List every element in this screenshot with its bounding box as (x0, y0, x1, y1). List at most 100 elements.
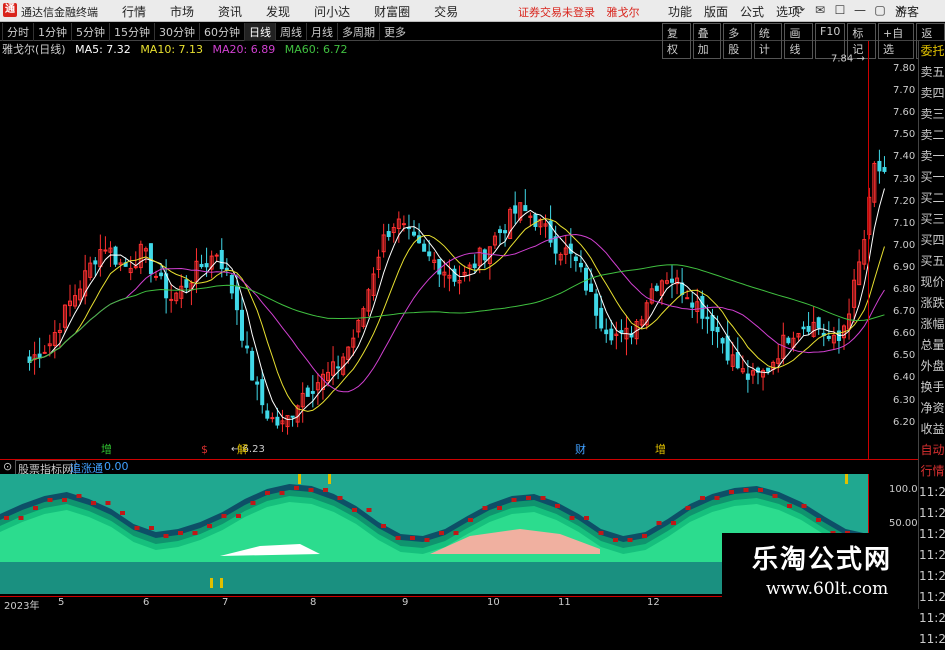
trade-login-status[interactable]: 证券交易未登录 (518, 6, 595, 19)
price-axis: 7.80 7.70 7.60 7.50 7.40 7.30 7.20 7.10 7.00 6.90… (868, 41, 919, 459)
price-tick: 7.10 (893, 217, 916, 229)
event-marker: $ (201, 443, 208, 456)
side-panel-item[interactable]: 卖四 (919, 83, 945, 104)
tab-1min[interactable]: 1分钟 (33, 23, 71, 41)
indicator-red-tick (511, 498, 517, 502)
candle-body (336, 366, 341, 369)
indicator-red-tick (149, 526, 154, 530)
candle-body (260, 379, 265, 406)
event-marker: 解 (237, 442, 248, 456)
ma5-line (29, 188, 885, 420)
indicator-red-tick (497, 506, 502, 510)
side-panel-item[interactable]: 涨跌 (919, 293, 945, 314)
indicator-red-tick (642, 534, 647, 538)
candle-body (154, 275, 158, 278)
side-panel-item[interactable]: 换手 (919, 377, 945, 398)
side-panel-item[interactable]: 涨幅 (919, 314, 945, 335)
indicator-value: 0.00 (104, 460, 129, 473)
candle-body (386, 231, 391, 238)
candle-body (270, 417, 275, 420)
side-panel-item[interactable]: 买四 (919, 230, 945, 251)
side-panel-item[interactable]: 外盘 (919, 356, 945, 377)
side-panel-item[interactable]: 收益 (919, 419, 945, 440)
candlestick-chart[interactable]: 7.84 →← 6.23增 $ 解财增 (0, 41, 918, 459)
mail-icon[interactable]: ✉ (810, 3, 830, 17)
side-panel-item[interactable]: 卖一 (919, 146, 945, 167)
candle-body (786, 337, 791, 344)
indicator-red-tick (424, 538, 430, 542)
candle-body (422, 243, 427, 252)
refresh-icon[interactable]: ⟳ (790, 3, 810, 17)
menu-faxian[interactable]: 发现 (254, 3, 302, 20)
tab-15min[interactable]: 15分钟 (109, 23, 154, 41)
side-panel-item[interactable]: 11:29 (919, 482, 945, 503)
app-name: 通达信金融终端 (21, 6, 98, 19)
indicator-settings-icon[interactable]: ⊙ (3, 460, 12, 473)
maximize-icon[interactable]: ▢ (870, 3, 890, 17)
side-panel-item[interactable]: 11:29 (919, 608, 945, 629)
menu-caifuquan[interactable]: 财富圈 (362, 3, 422, 20)
side-panel-item[interactable]: 11:29 (919, 503, 945, 524)
side-panel-item[interactable]: 总量 (919, 335, 945, 356)
tab-weekly[interactable]: 周线 (275, 23, 306, 41)
menu-shichang[interactable]: 市场 (158, 3, 206, 20)
side-panel-item[interactable]: 行情 (919, 461, 945, 482)
price-tick: 6.40 (893, 372, 916, 384)
side-panel-item[interactable]: 现价 (919, 272, 945, 293)
side-panel-item[interactable]: 买二 (919, 188, 945, 209)
menu-jiaoyi[interactable]: 交易 (422, 3, 470, 20)
indicator-red-tick (700, 496, 705, 500)
side-panel-item[interactable]: 买三 (919, 209, 945, 230)
function-button[interactable]: 功能 (662, 3, 698, 20)
guest-user[interactable]: 游客 (895, 3, 919, 20)
side-panel-item[interactable]: 卖三 (919, 104, 945, 125)
date-tick: 6 (143, 597, 150, 608)
minimize-icon[interactable]: — (850, 3, 870, 17)
side-panel-item[interactable]: 委托 (919, 41, 945, 62)
tab-60min[interactable]: 60分钟 (199, 23, 244, 41)
indicator-red-tick (62, 498, 67, 502)
indicator-signal-mark (328, 474, 331, 484)
side-panel-item[interactable]: 卖二 (919, 125, 945, 146)
side-panel-item[interactable]: 11:29 (919, 587, 945, 608)
side-panel-item[interactable]: 11:29 (919, 629, 945, 650)
candle-body (801, 326, 806, 330)
menu-zixun[interactable]: 资讯 (206, 3, 254, 20)
candle-body (37, 353, 42, 358)
tab-fenshi[interactable]: 分时 (2, 23, 33, 41)
layout-button[interactable]: 版面 (698, 3, 734, 20)
indicator-red-tick (18, 516, 24, 520)
ma10-line (29, 218, 885, 412)
tab-daily[interactable]: 日线 (244, 23, 275, 41)
menu-wenxiaoda[interactable]: 问小达 (302, 3, 362, 20)
side-panel-item[interactable]: 买一 (919, 167, 945, 188)
tab-30min[interactable]: 30分钟 (154, 23, 199, 41)
event-marker: 增 (101, 442, 112, 456)
tab-monthly[interactable]: 月线 (306, 23, 337, 41)
indicator-red-tick (439, 531, 444, 535)
candle-body (305, 387, 310, 397)
side-panel-item[interactable]: 自动 (919, 440, 945, 461)
side-panel-item[interactable]: 净资 (919, 398, 945, 419)
candle-body (578, 262, 583, 268)
candle-body (533, 214, 538, 227)
price-tick: 7.60 (893, 107, 916, 119)
watermark-title: 乐淘公式网 (752, 545, 893, 575)
formula-button[interactable]: 公式 (734, 3, 770, 20)
indicator-red-tick (410, 536, 415, 540)
side-panel-item[interactable]: 11:29 (919, 524, 945, 545)
menu-hangqing[interactable]: 行情 (110, 3, 158, 20)
window-icon[interactable]: ☐ (830, 3, 850, 17)
indicator-signal-mark (845, 474, 848, 484)
indicator-red-tick (656, 521, 662, 525)
candle-body (437, 258, 442, 275)
side-panel-item[interactable]: 买五 (919, 251, 945, 272)
tab-multi-period[interactable]: 多周期 (337, 23, 379, 41)
side-panel-item[interactable]: 11:29 (919, 545, 945, 566)
candle-body (275, 416, 280, 426)
tab-5min[interactable]: 5分钟 (71, 23, 109, 41)
side-panel-item[interactable]: 卖五 (919, 62, 945, 83)
side-panel-item[interactable]: 11:29 (919, 566, 945, 587)
indicator-red-tick (816, 518, 821, 522)
tab-more[interactable]: 更多 (379, 23, 410, 41)
